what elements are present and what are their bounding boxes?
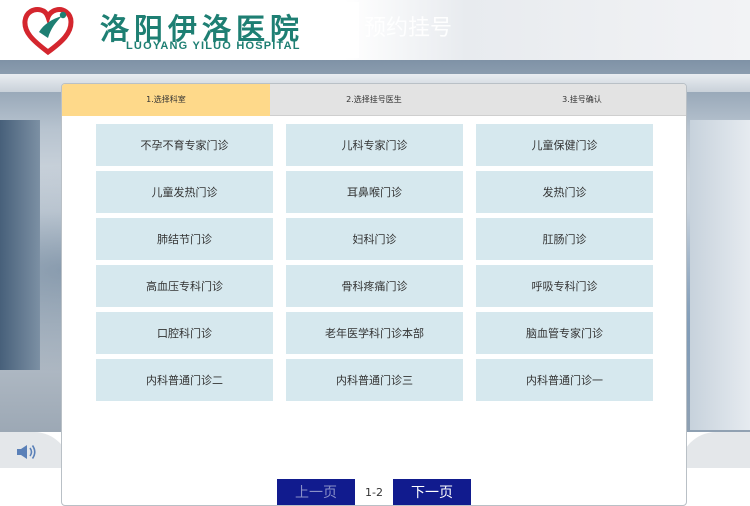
page-title: 预约挂号	[364, 16, 453, 41]
department-button[interactable]: 内科普通门诊一	[476, 359, 653, 401]
background-wall-right	[690, 120, 750, 430]
speaker-icon[interactable]	[14, 442, 38, 462]
department-button[interactable]: 肛肠门诊	[476, 218, 653, 260]
department-button[interactable]: 耳鼻喉门诊	[286, 171, 463, 213]
next-page-button[interactable]: 下一页	[393, 479, 471, 505]
background-wall-left	[0, 120, 40, 370]
department-button[interactable]: 口腔科门诊	[96, 312, 273, 354]
department-button[interactable]: 儿童发热门诊	[96, 171, 273, 213]
heart-logo-icon	[22, 7, 74, 56]
header-bar: 洛阳伊洛医院 LUOYANG YILUO HOSPITAL 预约挂号	[0, 0, 750, 60]
step-select-department[interactable]: 1.选择科室	[62, 84, 270, 116]
registration-panel: 1.选择科室 2.选择挂号医生 3.挂号确认 不孕不育专家门诊 儿科专家门诊 儿…	[61, 83, 687, 506]
department-button[interactable]: 不孕不育专家门诊	[96, 124, 273, 166]
hospital-logo: 洛阳伊洛医院 LUOYANG YILUO HOSPITAL	[14, 2, 359, 58]
department-button[interactable]: 发热门诊	[476, 171, 653, 213]
page-indicator: 1-2	[365, 485, 383, 499]
department-button[interactable]: 骨科疼痛门诊	[286, 265, 463, 307]
department-button[interactable]: 肺结节门诊	[96, 218, 273, 260]
step-tabs: 1.选择科室 2.选择挂号医生 3.挂号确认	[62, 84, 686, 116]
department-button[interactable]: 妇科门诊	[286, 218, 463, 260]
department-button[interactable]: 高血压专科门诊	[96, 265, 273, 307]
department-button[interactable]: 老年医学科门诊本部	[286, 312, 463, 354]
department-button[interactable]: 儿科专家门诊	[286, 124, 463, 166]
department-button[interactable]: 呼吸专科门诊	[476, 265, 653, 307]
step-confirm[interactable]: 3.挂号确认	[478, 84, 686, 116]
step-select-doctor[interactable]: 2.选择挂号医生	[270, 84, 478, 116]
department-button[interactable]: 内科普通门诊三	[286, 359, 463, 401]
department-button[interactable]: 脑血管专家门诊	[476, 312, 653, 354]
hospital-name-en: LUOYANG YILUO HOSPITAL	[126, 40, 301, 52]
department-button[interactable]: 内科普通门诊二	[96, 359, 273, 401]
prev-page-button[interactable]: 上一页	[277, 479, 355, 505]
pagination: 上一页 1-2 下一页	[277, 479, 471, 505]
department-button[interactable]: 儿童保健门诊	[476, 124, 653, 166]
department-grid: 不孕不育专家门诊 儿科专家门诊 儿童保健门诊 儿童发热门诊 耳鼻喉门诊 发热门诊…	[96, 124, 654, 401]
